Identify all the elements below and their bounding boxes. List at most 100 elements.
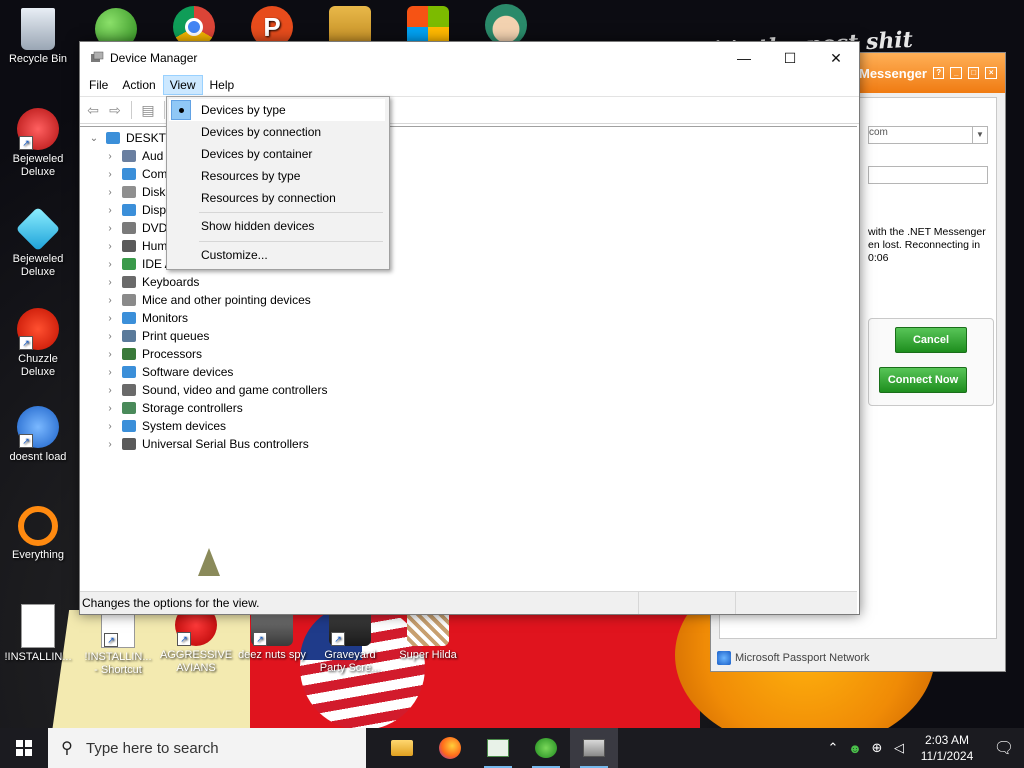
desktop-icon-everything[interactable]: Everything bbox=[2, 506, 74, 562]
device-category-item[interactable]: › Hum bbox=[102, 237, 167, 255]
notification-center-icon[interactable]: 🗨 bbox=[984, 738, 1024, 758]
chevron-right-icon[interactable]: › bbox=[102, 439, 118, 450]
people-tray-icon[interactable]: ☻ bbox=[844, 741, 866, 756]
device-category-item[interactable]: › Processors bbox=[102, 345, 202, 363]
device-category-item[interactable]: › Monitors bbox=[102, 309, 188, 327]
device-category-item[interactable]: › System devices bbox=[102, 417, 226, 435]
close-icon[interactable]: × bbox=[985, 67, 997, 79]
desktop-icon-label: Bejeweled Deluxe bbox=[12, 153, 64, 178]
chevron-right-icon[interactable]: › bbox=[102, 205, 118, 216]
menu-help[interactable]: Help bbox=[203, 75, 242, 95]
menu-item-devices-by-connection[interactable]: Devices by connection bbox=[169, 121, 385, 143]
toolbar-separator bbox=[131, 101, 132, 119]
desktop-icon-label: Recycle Bin bbox=[8, 53, 68, 65]
chevron-right-icon[interactable]: › bbox=[102, 385, 118, 396]
device-category-label: Keyboards bbox=[142, 275, 200, 289]
menu-item-customize[interactable]: Customize... bbox=[169, 244, 385, 266]
text-file-icon bbox=[21, 604, 55, 648]
menu-action[interactable]: Action bbox=[115, 75, 162, 95]
menu-item-devices-by-container[interactable]: Devices by container bbox=[169, 143, 385, 165]
chevron-up-icon[interactable]: ⌃ bbox=[822, 740, 844, 756]
taskbar-device-manager[interactable] bbox=[570, 728, 618, 768]
desktop-icon-doesnt-load[interactable]: ↗ doesnt load bbox=[2, 406, 74, 464]
network-globe-icon[interactable]: ⊕ bbox=[866, 740, 888, 756]
menu-item-resources-by-connection[interactable]: Resources by connection bbox=[169, 187, 385, 209]
chevron-right-icon[interactable]: › bbox=[102, 259, 118, 270]
connect-now-button[interactable]: Connect Now bbox=[879, 367, 967, 393]
chevron-right-icon[interactable]: › bbox=[102, 277, 118, 288]
desktop-icon-recycle-bin[interactable]: Recycle Bin bbox=[2, 8, 74, 66]
status-segment bbox=[735, 592, 832, 614]
account-combo[interactable]: com ▼ bbox=[868, 126, 988, 144]
chevron-right-icon[interactable]: › bbox=[102, 349, 118, 360]
minimize-icon[interactable]: _ bbox=[950, 67, 962, 79]
taskbar-window-app[interactable] bbox=[474, 728, 522, 768]
chevron-down-icon[interactable]: ⌄ bbox=[86, 133, 102, 144]
chevron-right-icon[interactable]: › bbox=[102, 241, 118, 252]
shortcut-arrow-icon: ↗ bbox=[104, 633, 118, 647]
forward-arrow-icon[interactable]: ⇨ bbox=[106, 101, 124, 119]
help-icon[interactable]: ? bbox=[932, 67, 945, 79]
desktop-icon-installing[interactable]: !INSTALLIN... bbox=[2, 604, 74, 664]
menu-item-resources-by-type[interactable]: Resources by type bbox=[169, 165, 385, 187]
chevron-right-icon[interactable]: › bbox=[102, 313, 118, 324]
menu-separator bbox=[199, 241, 383, 242]
maximize-icon[interactable]: □ bbox=[967, 67, 980, 79]
device-category-item[interactable]: › Storage controllers bbox=[102, 399, 242, 417]
maximize-button[interactable]: ☐ bbox=[767, 42, 813, 74]
device-category-item[interactable]: › Software devices bbox=[102, 363, 233, 381]
properties-icon[interactable]: ▤ bbox=[139, 101, 157, 119]
menu-item-devices-by-type[interactable]: Devices by type bbox=[169, 99, 385, 121]
menu-view[interactable]: View bbox=[162, 75, 203, 95]
menu-item-show-hidden-devices[interactable]: Show hidden devices bbox=[169, 215, 385, 237]
taskbar-file-explorer[interactable] bbox=[378, 728, 426, 768]
password-field[interactable] bbox=[868, 166, 988, 184]
close-button[interactable]: ✕ bbox=[813, 42, 859, 74]
taskbar-firefox[interactable] bbox=[426, 728, 474, 768]
device-category-item[interactable]: › IDE A bbox=[102, 255, 172, 273]
chevron-right-icon[interactable]: › bbox=[102, 421, 118, 432]
desktop-icon-chuzzle[interactable]: ↗ Chuzzle Deluxe bbox=[2, 308, 74, 379]
device-category-item[interactable]: › Keyboards bbox=[102, 273, 199, 291]
chevron-right-icon[interactable]: › bbox=[102, 151, 118, 162]
storage-icon bbox=[122, 402, 136, 414]
desktop-icon-bejeweled[interactable]: ↗ Bejeweled Deluxe bbox=[2, 108, 74, 179]
device-category-item[interactable]: › Com bbox=[102, 165, 167, 183]
chevron-right-icon[interactable]: › bbox=[102, 295, 118, 306]
chevron-right-icon[interactable]: › bbox=[102, 331, 118, 342]
device-category-item[interactable]: › Aud bbox=[102, 147, 163, 165]
chevron-right-icon[interactable]: › bbox=[102, 169, 118, 180]
chevron-right-icon[interactable]: › bbox=[102, 223, 118, 234]
device-manager-icon bbox=[583, 739, 605, 757]
chevron-right-icon[interactable]: › bbox=[102, 403, 118, 414]
device-category-item[interactable]: › DVD bbox=[102, 219, 167, 237]
device-category-item[interactable]: › Sound, video and game controllers bbox=[102, 381, 327, 399]
search-icon: ⚲ bbox=[61, 740, 73, 757]
printer-icon bbox=[122, 330, 136, 342]
desktop-icon-label: Graveyard Party Scre... bbox=[319, 649, 381, 674]
minimize-button[interactable]: — bbox=[721, 42, 767, 74]
desktop-icon-bejeweled-gem[interactable]: Bejeweled Deluxe bbox=[2, 206, 74, 279]
dvd-icon bbox=[122, 222, 136, 234]
device-category-item[interactable]: › Disp bbox=[102, 201, 166, 219]
usb-icon bbox=[122, 438, 136, 450]
taskbar-messenger[interactable] bbox=[522, 728, 570, 768]
taskbar-clock[interactable]: 2:03 AM 11/1/2024 bbox=[910, 732, 984, 764]
chevron-right-icon[interactable]: › bbox=[102, 187, 118, 198]
device-category-item[interactable]: › Print queues bbox=[102, 327, 209, 345]
back-arrow-icon[interactable]: ⇦ bbox=[84, 101, 102, 119]
device-category-item[interactable]: › Disk bbox=[102, 183, 165, 201]
device-category-item[interactable]: › Universal Serial Bus controllers bbox=[102, 435, 308, 453]
device-manager-icon bbox=[90, 51, 104, 65]
chevron-down-icon[interactable]: ▼ bbox=[972, 127, 987, 143]
people-icon bbox=[535, 738, 557, 758]
menu-file[interactable]: File bbox=[82, 75, 115, 95]
taskbar-search-box[interactable]: ⚲ Type here to search bbox=[48, 728, 366, 768]
device-category-item[interactable]: › Mice and other pointing devices bbox=[102, 291, 310, 309]
volume-icon[interactable]: ◁ bbox=[888, 740, 910, 756]
start-button[interactable] bbox=[0, 728, 48, 768]
chevron-right-icon[interactable]: › bbox=[102, 367, 118, 378]
display-icon bbox=[122, 204, 136, 216]
tree-root[interactable]: ⌄ DESKTO bbox=[86, 129, 175, 147]
cancel-button[interactable]: Cancel bbox=[895, 327, 967, 353]
